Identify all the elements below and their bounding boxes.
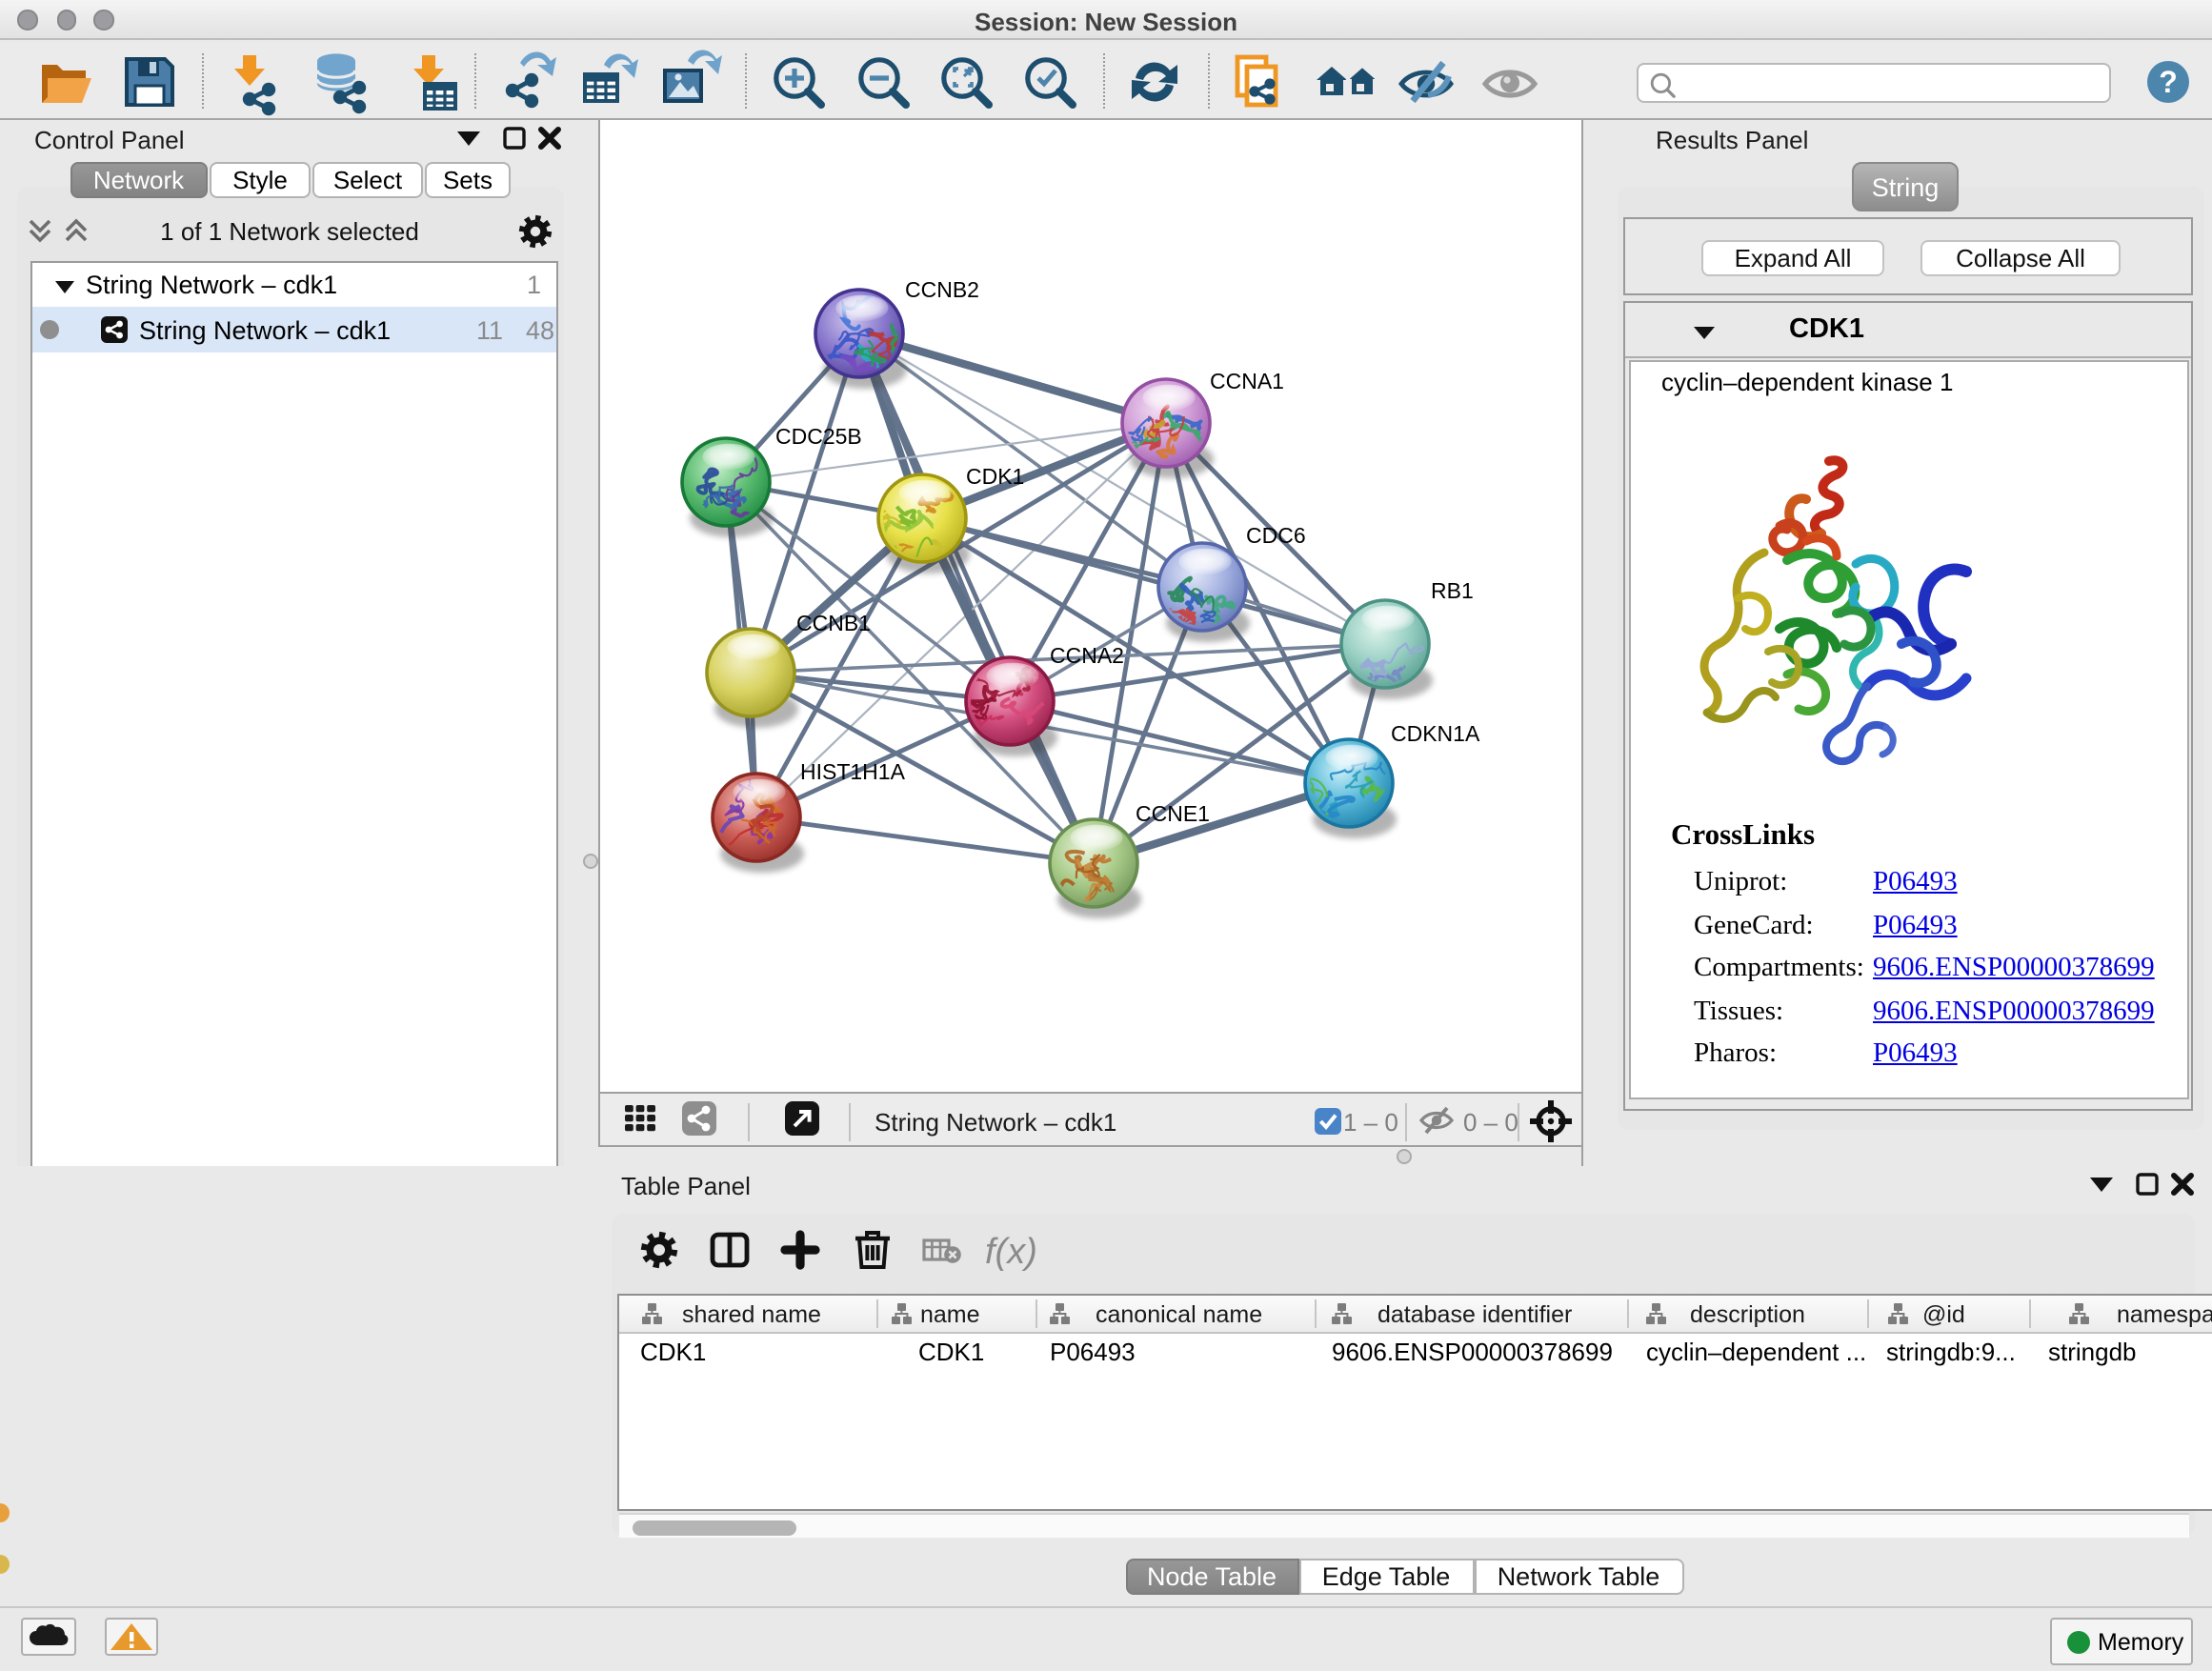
svg-text:RB1: RB1 (1431, 578, 1474, 603)
svg-text:shared name: shared name (682, 1301, 821, 1328)
svg-text:description: description (1690, 1301, 1805, 1328)
svg-text:String Network – cdk1: String Network – cdk1 (875, 1108, 1116, 1137)
svg-text:CDC25B: CDC25B (775, 424, 862, 449)
svg-text:@id: @id (1922, 1301, 1965, 1328)
svg-text:name: name (920, 1301, 980, 1328)
svg-text:1 of 1 Network selected: 1 of 1 Network selected (160, 217, 419, 246)
svg-text:HIST1H1A: HIST1H1A (800, 759, 906, 784)
svg-text:CCNA1: CCNA1 (1210, 369, 1284, 393)
svg-text:CDC6: CDC6 (1246, 523, 1306, 548)
svg-text:CDKN1A: CDKN1A (1391, 721, 1480, 746)
svg-text:?: ? (2159, 65, 2178, 99)
svg-text:CCNB2: CCNB2 (905, 277, 979, 302)
svg-text:namespace: namespace (2117, 1301, 2212, 1328)
svg-text:canonical name: canonical name (1096, 1301, 1262, 1328)
svg-text:CCNA2: CCNA2 (1050, 643, 1124, 668)
svg-text:CCNE1: CCNE1 (1136, 801, 1210, 826)
svg-text:0 – 0: 0 – 0 (1463, 1108, 1518, 1137)
svg-text:CCNB1: CCNB1 (796, 611, 871, 635)
svg-text:CDK1: CDK1 (966, 464, 1024, 489)
svg-text:1 – 0: 1 – 0 (1343, 1108, 1398, 1137)
svg-text:f(x): f(x) (985, 1232, 1037, 1272)
svg-text:database identifier: database identifier (1377, 1301, 1572, 1328)
